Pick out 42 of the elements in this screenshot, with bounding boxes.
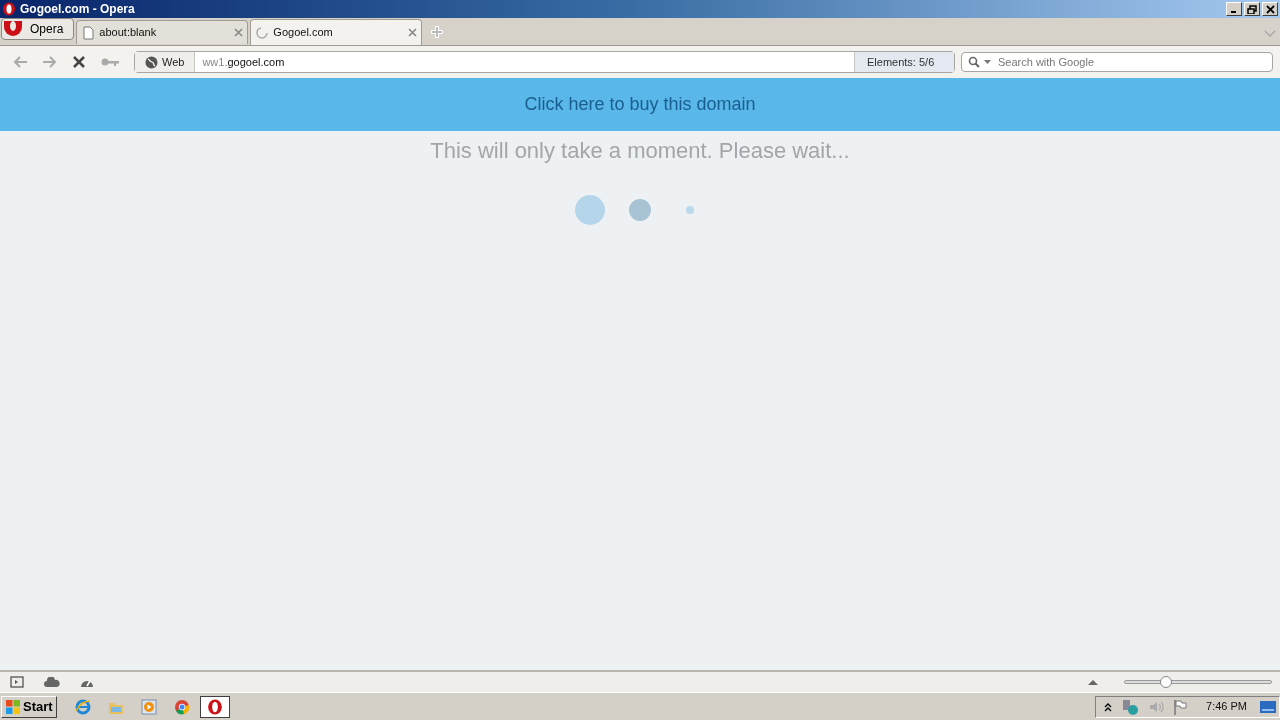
media-player-icon[interactable] [140,698,157,715]
panel-toggle-icon[interactable] [10,676,24,688]
back-icon[interactable] [12,55,28,69]
loading-message: This will only take a moment. Please wait... [429,137,851,165]
cloud-icon[interactable] [44,677,60,687]
browser-tab[interactable]: Gogoel.com [250,19,423,45]
window-title: Gogoel.com - Opera [20,1,135,18]
opera-logo-icon [2,21,24,37]
show-desktop-icon[interactable] [1260,700,1276,713]
start-button[interactable]: Start [1,695,57,718]
search-icon[interactable] [968,56,992,68]
close-tab-icon[interactable] [234,28,244,37]
page-icon [81,25,96,40]
network-icon[interactable] [1121,698,1140,715]
key-icon[interactable] [100,57,120,67]
stop-icon[interactable] [72,55,86,69]
show-hidden-icons-icon[interactable] [1104,701,1113,712]
restore-icon [1247,4,1257,14]
restore-button[interactable] [1244,2,1260,16]
opera-logo-icon [206,698,223,715]
clock: 7:46 PM [1206,699,1247,715]
tab-title: Gogoel.com [273,25,334,41]
chrome-icon[interactable] [173,698,190,715]
close-button[interactable] [1262,2,1278,16]
search-field[interactable]: Search with Google [961,52,1273,72]
browser-tab[interactable]: about:blank [76,20,249,44]
windows-logo-icon [5,698,21,715]
search-input[interactable]: Search with Google [998,53,1266,71]
minimize-icon [1231,10,1237,13]
flag-icon[interactable] [1173,698,1188,715]
opera-logo-icon [2,2,16,16]
new-tab-plus-icon[interactable] [430,25,445,39]
internet-explorer-icon[interactable] [74,698,91,715]
minimize-button[interactable] [1226,2,1242,16]
zoom-menu-caret-icon[interactable] [1088,679,1098,685]
opera-taskbar-button[interactable] [199,695,230,718]
forward-icon[interactable] [42,55,58,69]
tab-title: about:blank [99,25,158,41]
opera-menu-button[interactable]: Opera [1,18,75,40]
slider-thumb[interactable] [1159,676,1172,688]
close-tab-icon[interactable] [408,28,418,37]
close-icon [1265,4,1275,14]
